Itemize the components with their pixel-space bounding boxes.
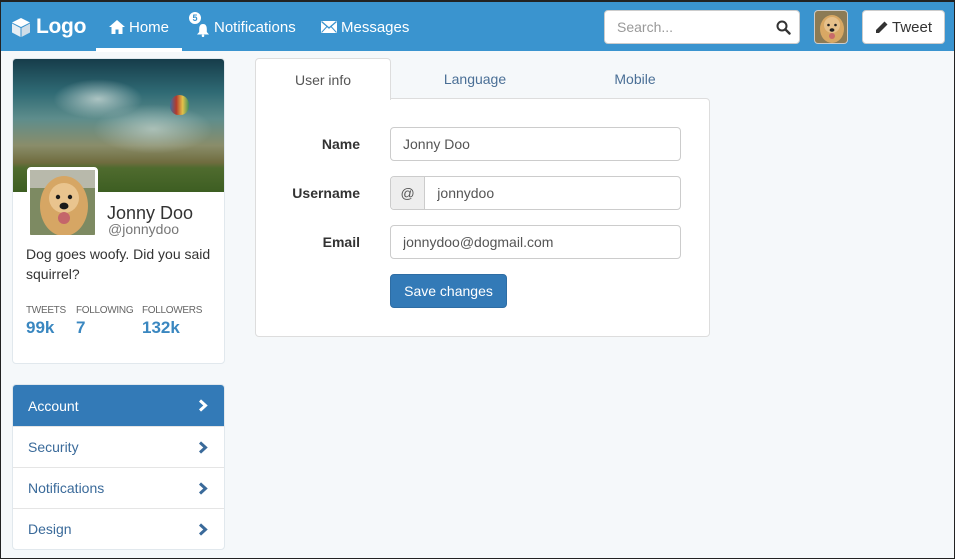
tweet-button[interactable]: Tweet: [862, 10, 945, 44]
user-info-panel: Name Username @ Email Save changes: [255, 98, 710, 337]
stat-value: 132k: [142, 318, 180, 337]
save-changes-button[interactable]: Save changes: [390, 274, 507, 308]
chevron-right-icon: [198, 481, 208, 495]
email-label: Email: [322, 234, 360, 250]
bell-icon: [197, 24, 209, 37]
home-icon: [108, 20, 125, 34]
name-field-wrapper: [390, 127, 681, 161]
envelope-icon: [321, 21, 337, 33]
username-label: Username: [292, 185, 360, 201]
tweet-button-label: Tweet: [891, 18, 933, 36]
cube-icon: [12, 17, 30, 37]
stat-label: FOLLOWING: [76, 305, 134, 316]
username-input[interactable]: [425, 185, 680, 201]
nav-home[interactable]: Home: [96, 2, 182, 52]
username-field-wrapper: @: [390, 176, 681, 210]
stat-following[interactable]: FOLLOWING 7: [76, 305, 134, 338]
navbar: Logo Home 5 Notifications Messages Searc…: [1, 1, 954, 52]
dog-avatar-image: [815, 11, 847, 43]
settings-menu: Account Security Notifications Design: [12, 384, 225, 550]
logo-text: Logo: [36, 15, 87, 38]
stat-tweets[interactable]: TWEETS 99k: [26, 305, 66, 338]
email-field-wrapper: [390, 225, 681, 259]
profile-bio: Dog goes woofy. Did you said squirrel?: [26, 246, 211, 282]
stat-value: 99k: [26, 318, 55, 337]
notification-badge: 5: [188, 11, 202, 25]
logo[interactable]: Logo: [11, 12, 86, 42]
stat-value: 7: [76, 318, 86, 337]
settings-tabs: User info Language Mobile: [255, 58, 710, 100]
hot-air-balloon: [170, 95, 189, 115]
stat-followers[interactable]: FOLLOWERS 132k: [142, 305, 202, 338]
menu-item-notifications[interactable]: Notifications: [13, 467, 224, 508]
name-label: Name: [321, 136, 360, 152]
nav-notifications-label: Notifications: [214, 18, 296, 36]
nav-notifications[interactable]: 5 Notifications: [188, 2, 296, 52]
cover-cloud: [93, 104, 213, 154]
name-input[interactable]: [391, 136, 680, 152]
menu-item-account[interactable]: Account: [13, 385, 224, 426]
tab-language[interactable]: Language: [405, 58, 545, 99]
menu-item-label: Account: [28, 397, 79, 414]
search-icon[interactable]: [776, 20, 791, 35]
profile-photo[interactable]: [27, 167, 98, 238]
pencil-icon: [875, 21, 888, 33]
user-avatar[interactable]: [814, 10, 848, 44]
at-addon: @: [391, 177, 426, 209]
stat-label: FOLLOWERS: [142, 305, 203, 316]
nav-home-label: Home: [128, 18, 169, 36]
menu-item-label: Notifications: [28, 480, 105, 496]
nav-messages[interactable]: Messages: [321, 2, 409, 52]
chevron-right-icon: [198, 440, 208, 454]
active-indicator: [96, 48, 182, 52]
menu-item-label: Security: [28, 439, 79, 455]
nav-messages-label: Messages: [341, 18, 410, 36]
menu-item-label: Design: [28, 521, 72, 537]
profile-card: Jonny Doo @jonnydoo Dog goes woofy. Did …: [12, 58, 225, 364]
stat-label: TWEETS: [26, 305, 66, 316]
tab-user-info[interactable]: User info: [255, 58, 391, 100]
chevron-right-icon: [198, 522, 208, 536]
dog-photo-image: [30, 170, 95, 235]
search-box: [604, 10, 800, 44]
menu-item-security[interactable]: Security: [13, 426, 224, 467]
chevron-right-icon: [198, 399, 208, 412]
tab-mobile[interactable]: Mobile: [565, 58, 705, 99]
email-input[interactable]: [391, 234, 680, 250]
menu-item-design[interactable]: Design: [13, 508, 224, 549]
profile-handle[interactable]: @jonnydoo: [108, 221, 179, 237]
search-input[interactable]: [605, 19, 765, 35]
